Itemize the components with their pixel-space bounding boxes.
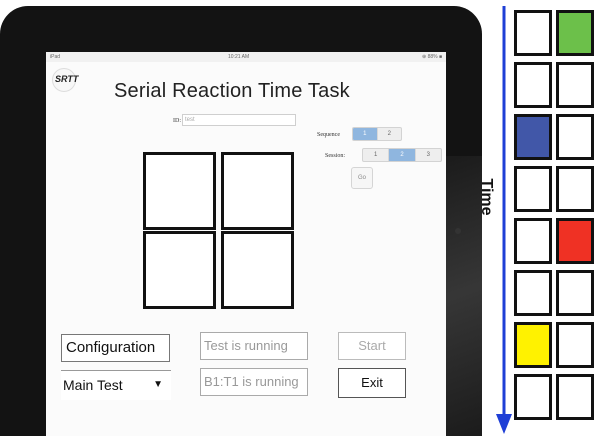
time-axis-label: Time xyxy=(474,168,495,228)
go-button[interactable]: Go xyxy=(351,167,373,189)
stimulus-grid xyxy=(143,152,294,309)
sequence-option-2[interactable]: 2 xyxy=(378,128,402,140)
sequence-frame-1-right xyxy=(556,10,594,56)
id-label: ID: xyxy=(173,118,181,124)
app-logo: SRTT xyxy=(52,68,79,92)
sequence-frame-8-left xyxy=(514,374,552,420)
sequence-frame-6-left xyxy=(514,270,552,316)
sequence-frame-3-right xyxy=(556,114,594,160)
carrier-label: iPad xyxy=(50,54,61,60)
sequence-segmented-control[interactable]: 1 2 xyxy=(352,127,402,141)
sequence-frame-1-left xyxy=(514,10,552,56)
clock: 10:21 AM xyxy=(228,54,250,60)
page-title: Serial Reaction Time Task xyxy=(114,80,350,102)
stimulus-cell-bottom-right[interactable] xyxy=(221,231,294,309)
sequence-frame-8-right xyxy=(556,374,594,420)
app-logo-text: SRTT xyxy=(55,74,79,84)
sequence-frame-6-right xyxy=(556,270,594,316)
sequence-frame-4-left xyxy=(514,166,552,212)
exit-button[interactable]: Exit xyxy=(338,368,406,398)
configuration-button[interactable]: Configuration xyxy=(61,334,170,362)
id-input[interactable]: test xyxy=(182,114,296,126)
status-bar: iPad 10:21 AM ⊕ 88% ■ xyxy=(46,52,446,62)
sequence-frame-4-right xyxy=(556,166,594,212)
mode-select-value: Main Test xyxy=(63,377,123,393)
app-screen: iPad 10:21 AM ⊕ 88% ■ SRTT Serial Reacti… xyxy=(46,52,446,436)
sequence-frame-2-left xyxy=(514,62,552,108)
sequence-frame-5-right xyxy=(556,218,594,264)
start-button[interactable]: Start xyxy=(338,332,406,360)
sequence-frame-3-left xyxy=(514,114,552,160)
sequence-frame-5-left xyxy=(514,218,552,264)
chevron-down-icon: ▼ xyxy=(153,379,163,390)
stimulus-sequence xyxy=(514,10,596,426)
session-option-3[interactable]: 3 xyxy=(416,149,441,161)
sequence-frame-7-left xyxy=(514,322,552,368)
session-option-1[interactable]: 1 xyxy=(363,149,390,161)
stimulus-cell-bottom-left[interactable] xyxy=(143,231,216,309)
trial-status-field: B1:T1 is running xyxy=(200,368,308,396)
stimulus-cell-top-left[interactable] xyxy=(143,152,216,230)
session-option-2[interactable]: 2 xyxy=(389,149,416,161)
time-arrow-head xyxy=(496,414,512,434)
stimulus-cell-top-right[interactable] xyxy=(221,152,294,230)
battery-indicator: ⊕ 88% ■ xyxy=(422,54,442,60)
session-label: Session: xyxy=(325,153,346,159)
test-status-field: Test is running xyxy=(200,332,308,360)
ipad-device: iPad 10:21 AM ⊕ 88% ■ SRTT Serial Reacti… xyxy=(0,6,482,436)
home-sensor xyxy=(455,228,461,234)
sequence-frame-7-right xyxy=(556,322,594,368)
sequence-option-1[interactable]: 1 xyxy=(353,128,378,140)
sequence-frame-2-right xyxy=(556,62,594,108)
time-label-text: Time xyxy=(478,178,495,216)
sequence-label: Sequence xyxy=(317,132,340,138)
session-segmented-control[interactable]: 1 2 3 xyxy=(362,148,442,162)
mode-select[interactable]: Main Test ▼ xyxy=(61,370,171,400)
